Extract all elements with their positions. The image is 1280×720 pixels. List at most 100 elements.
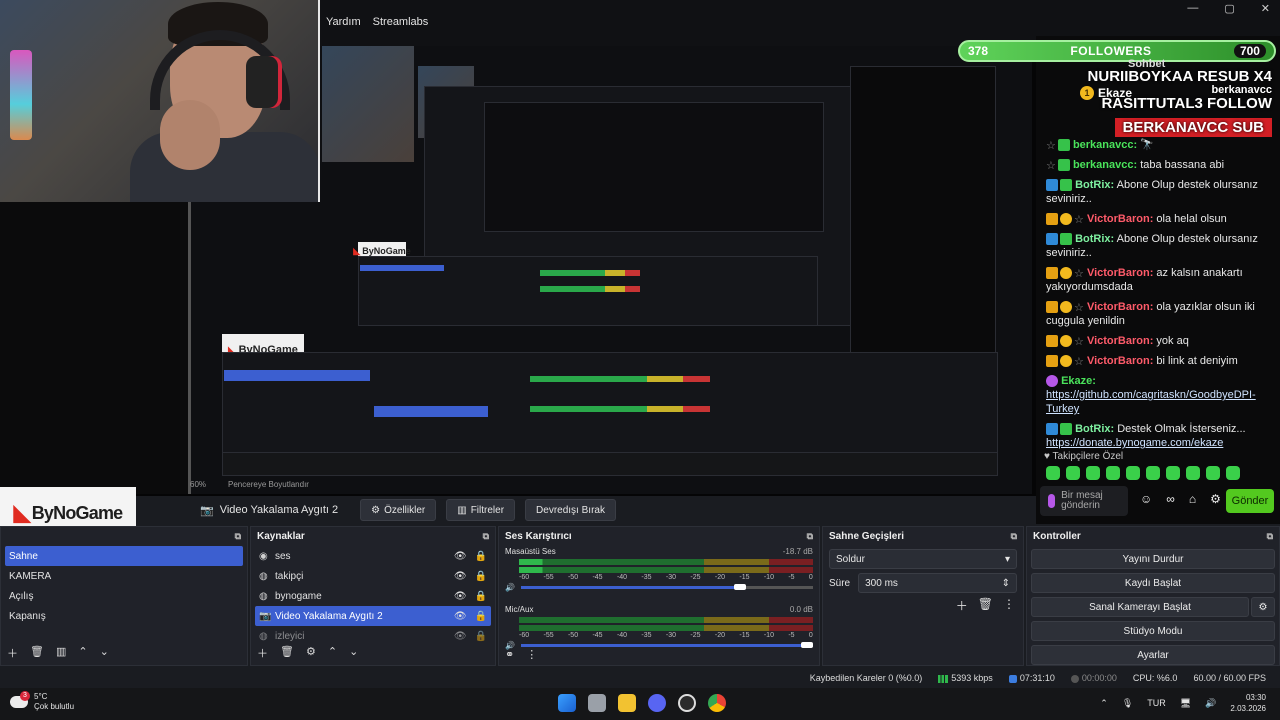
mic-icon[interactable]: 🎙 <box>1122 698 1133 709</box>
chat-username[interactable]: BotRix: <box>1075 423 1114 435</box>
emote-icon[interactable] <box>1126 466 1140 480</box>
source-item[interactable]: ◍ bynogame 👁 🔒 <box>255 586 491 606</box>
trash-icon[interactable]: 🗑 <box>280 645 294 661</box>
spinner-icon[interactable]: ⇕ <box>1002 578 1010 589</box>
obs-icon[interactable] <box>678 694 696 712</box>
down-icon[interactable]: ⌄ <box>349 645 358 661</box>
scene-item[interactable]: Açılış <box>5 586 243 606</box>
chat-username[interactable]: VictorBaron: <box>1087 301 1153 313</box>
chat-username[interactable]: VictorBaron: <box>1087 335 1153 347</box>
lock-icon[interactable]: 🔒 <box>475 551 487 562</box>
chat-username[interactable]: berkanavcc: <box>1073 139 1137 151</box>
scene-item[interactable]: Kapanış <box>5 606 243 626</box>
lock-icon[interactable]: 🔒 <box>475 571 487 582</box>
start-virtual-camera-button[interactable]: Sanal Kamerayı Başlat <box>1031 597 1249 617</box>
add-icon[interactable]: ＋ <box>7 645 18 661</box>
emote-icon[interactable] <box>1226 466 1240 480</box>
chat-username[interactable]: Ekaze: <box>1061 375 1096 387</box>
up-icon[interactable]: ⌃ <box>328 645 337 661</box>
source-item[interactable]: ◍ takipçi 👁 🔒 <box>255 566 491 586</box>
weather-widget[interactable]: 3 5°C Çok bulutlu <box>10 691 74 712</box>
volume-knob[interactable] <box>801 641 813 648</box>
eye-icon[interactable]: 👁 <box>454 591 467 602</box>
folder-icon[interactable] <box>618 694 636 712</box>
emote-icon[interactable] <box>1106 466 1120 480</box>
minimize-button[interactable]: — <box>1187 2 1198 15</box>
speaker-icon[interactable]: 🔊 <box>505 583 515 592</box>
lock-icon[interactable]: 🔒 <box>475 611 487 622</box>
chat-link[interactable]: https://github.com/cagritaskn/GoodbyeDPI… <box>1046 389 1256 415</box>
filter-icon[interactable]: ▥ <box>56 645 66 661</box>
send-button[interactable]: Gönder <box>1226 489 1274 513</box>
lock-icon[interactable]: 🔒 <box>475 591 487 602</box>
store-icon[interactable]: ⌂ <box>1189 492 1196 506</box>
clock[interactable]: 03:30 2.03.2026 <box>1230 692 1266 714</box>
add-icon[interactable]: ＋ <box>956 597 968 614</box>
volume-icon[interactable]: 🔊 <box>1205 698 1216 709</box>
settings-button[interactable]: Ayarlar <box>1031 645 1275 665</box>
chat-username[interactable]: VictorBaron: <box>1087 267 1153 279</box>
volume-slider[interactable] <box>520 583 813 590</box>
close-button[interactable]: ✕ <box>1261 2 1270 15</box>
menu-dots-icon[interactable]: ⋮ <box>1003 597 1015 614</box>
chat-username[interactable]: VictorBaron: <box>1087 355 1153 367</box>
fit-to-window[interactable]: Pencereye Boyutlandır <box>228 480 309 489</box>
emote-icon[interactable] <box>1166 466 1180 480</box>
popout-icon[interactable]: ⧉ <box>483 531 489 542</box>
emote-icon[interactable] <box>1046 466 1060 480</box>
popout-icon[interactable]: ⧉ <box>1267 531 1273 542</box>
emote-icon[interactable] <box>1086 466 1100 480</box>
menu-streamlabs[interactable]: Streamlabs <box>373 16 429 28</box>
volume-slider[interactable] <box>520 641 813 648</box>
add-icon[interactable]: ＋ <box>257 645 268 661</box>
stop-stream-button[interactable]: Yayını Durdur <box>1031 549 1275 569</box>
trash-icon[interactable]: 🗑 <box>30 645 44 661</box>
emote-icon[interactable] <box>1206 466 1220 480</box>
scene-item[interactable]: KAMERA <box>5 566 243 586</box>
scene-item[interactable]: Sahne <box>5 546 243 566</box>
emote-icon[interactable] <box>1186 466 1200 480</box>
chevron-up-icon[interactable]: ⌃ <box>1100 698 1108 709</box>
chrome-icon[interactable] <box>708 694 726 712</box>
menu-help[interactable]: Yardım <box>326 16 361 28</box>
task-view-icon[interactable] <box>588 694 606 712</box>
source-item[interactable]: ◍ izleyici 👁 🔒 <box>255 626 491 646</box>
volume-knob[interactable] <box>733 583 746 590</box>
popout-icon[interactable]: ⧉ <box>235 531 241 542</box>
network-icon[interactable]: 🖥 <box>1180 698 1191 709</box>
transition-select[interactable]: Soldur ▾ <box>829 549 1017 569</box>
start-recording-button[interactable]: Kaydı Başlat <box>1031 573 1275 593</box>
up-icon[interactable]: ⌃ <box>78 645 87 661</box>
emote-icon[interactable] <box>1066 466 1080 480</box>
duration-input[interactable]: 300 ms ⇕ <box>858 573 1017 593</box>
language-indicator[interactable]: TUR <box>1147 698 1166 708</box>
infinity-icon[interactable]: ∞ <box>1166 492 1175 506</box>
discord-icon[interactable] <box>648 694 666 712</box>
eye-icon[interactable]: 👁 <box>454 631 467 642</box>
eye-icon[interactable]: 👁 <box>454 551 467 562</box>
lock-icon[interactable]: 🔒 <box>475 631 487 642</box>
gear-icon[interactable]: ⚙ <box>1210 492 1221 506</box>
virtual-camera-settings-icon[interactable]: ⚙ <box>1251 597 1275 617</box>
deactivate-button[interactable]: Devredışı Bırak <box>525 499 616 521</box>
eye-icon[interactable]: 👁 <box>454 571 467 582</box>
zoom-level[interactable]: 60% <box>190 480 206 489</box>
chat-input[interactable]: Bir mesaj gönderin <box>1040 486 1128 516</box>
eye-icon[interactable]: 👁 <box>454 611 467 622</box>
maximize-button[interactable]: ▢ <box>1224 2 1234 15</box>
properties-button[interactable]: ⚙ Özellikler <box>360 499 437 521</box>
source-item[interactable]: ◉ ses 👁 🔒 <box>255 546 491 566</box>
link-icon[interactable]: ⚭ <box>505 648 514 661</box>
popout-icon[interactable]: ⧉ <box>1011 531 1017 542</box>
chat-username[interactable]: berkanavcc: <box>1073 159 1137 171</box>
source-item[interactable]: 📷 Video Yakalama Aygıtı 2 👁 🔒 <box>255 606 491 626</box>
trash-icon[interactable]: 🗑 <box>978 597 993 614</box>
studio-mode-button[interactable]: Stüdyo Modu <box>1031 621 1275 641</box>
emoji-icon[interactable]: ☺ <box>1140 492 1152 506</box>
chat-username[interactable]: BotRix: <box>1075 179 1114 191</box>
popout-icon[interactable]: ⧉ <box>807 531 813 542</box>
chat-username[interactable]: BotRix: <box>1075 233 1114 245</box>
filters-button[interactable]: ▥ Filtreler <box>446 499 516 521</box>
emote-icon[interactable] <box>1146 466 1160 480</box>
start-icon[interactable] <box>558 694 576 712</box>
